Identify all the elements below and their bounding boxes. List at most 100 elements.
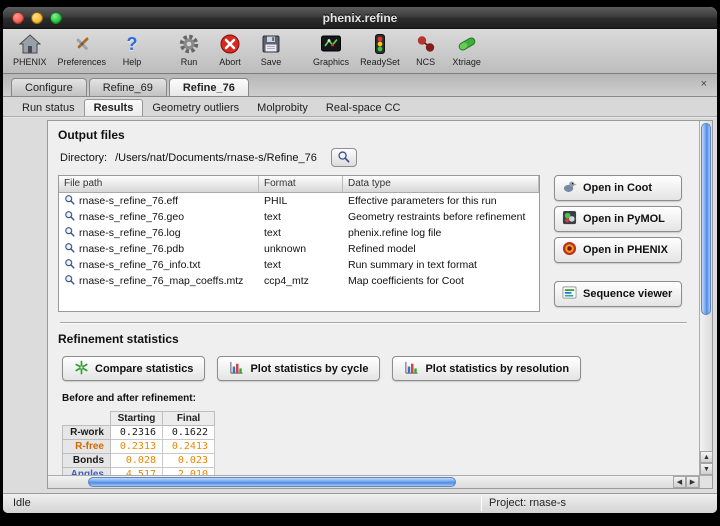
section-divider: [60, 322, 687, 324]
vertical-scrollbar-thumb[interactable]: [701, 123, 711, 315]
floppy-disk-icon: [260, 32, 282, 56]
xtriage-capsule-icon: [456, 32, 478, 56]
horizontal-scrollbar-thumb[interactable]: [88, 477, 456, 487]
tab-refine-69[interactable]: Refine_69: [89, 78, 167, 96]
file-format: text: [259, 211, 343, 223]
toolbar-button-preferences[interactable]: Preferences: [56, 32, 109, 67]
file-name: rnase-s_refine_76_info.txt: [79, 259, 200, 271]
file-data-type: Refined model: [343, 243, 539, 255]
file-name: rnase-s_refine_76.geo: [79, 211, 184, 223]
open-in-coot-button[interactable]: Open in Coot: [554, 175, 682, 201]
button-label: Compare statistics: [95, 363, 193, 375]
stat-value: 0.023: [163, 454, 215, 468]
tools-icon: [71, 32, 93, 56]
stat-value: 2.010: [163, 468, 215, 476]
file-format: text: [259, 259, 343, 271]
zoom-window-button[interactable]: [50, 12, 62, 24]
toolbar-button-abort[interactable]: Abort: [213, 32, 247, 67]
graphics-screen-icon: [320, 32, 342, 56]
column-header-file-path[interactable]: File path: [59, 176, 259, 192]
toolbar-button-readyset[interactable]: ReadySet: [358, 32, 402, 67]
vertical-scrollbar[interactable]: ▲ ▼: [699, 121, 712, 475]
ncs-molecules-icon: [415, 32, 437, 56]
magnifier-icon: [64, 210, 75, 224]
table-row[interactable]: rnase-s_refine_76.pdb unknown Refined mo…: [59, 241, 539, 257]
refinement-statistics-heading: Refinement statistics: [58, 332, 689, 346]
bar-chart-icon: [404, 360, 419, 378]
plot-statistics-by-cycle-button[interactable]: Plot statistics by cycle: [217, 356, 380, 381]
stat-label: Bonds: [63, 454, 111, 468]
toolbar-label: Save: [261, 57, 282, 67]
phenix-home-icon: [19, 32, 41, 56]
stats-row-bonds: Bonds 0.028 0.023: [63, 454, 215, 468]
tab-refine-76[interactable]: Refine_76: [169, 78, 249, 96]
phenix-logo-icon: [562, 241, 577, 259]
toolbar-label: Help: [123, 57, 142, 67]
toolbar-label: Preferences: [58, 57, 107, 67]
horizontal-scrollbar[interactable]: ◀ ▶: [48, 475, 699, 488]
open-in-pymol-button[interactable]: Open in PyMOL: [554, 206, 682, 232]
toolbar-button-graphics[interactable]: Graphics: [311, 32, 351, 67]
toolbar-label: Xtriage: [452, 57, 481, 67]
action-label: Open in Coot: [583, 182, 652, 194]
stats-row-r-work: R-work 0.2316 0.1622: [63, 426, 215, 440]
magnifier-icon: [64, 194, 75, 208]
close-window-button[interactable]: [12, 12, 24, 24]
table-row[interactable]: rnase-s_refine_76.geo text Geometry rest…: [59, 209, 539, 225]
stat-value: 0.1622: [163, 426, 215, 440]
table-row[interactable]: rnase-s_refine_76_map_coeffs.mtz ccp4_mt…: [59, 273, 539, 289]
directory-path: /Users/nat/Documents/rnase-s/Refine_76: [115, 152, 317, 164]
toolbar-button-help[interactable]: ? Help: [115, 32, 149, 67]
toolbar-button-ncs[interactable]: NCS: [409, 32, 443, 67]
compare-statistics-button[interactable]: Compare statistics: [62, 356, 205, 381]
results-content-area: Output files Directory: /Users/nat/Docum…: [3, 118, 717, 493]
scroll-left-arrow[interactable]: ◀: [673, 476, 686, 488]
file-name: rnase-s_refine_76.pdb: [79, 243, 184, 255]
subtab-geometry-outliers[interactable]: Geometry outliers: [143, 100, 248, 116]
results-panel-inner: Output files Directory: /Users/nat/Docum…: [48, 121, 699, 475]
table-row[interactable]: rnase-s_refine_76.eff PHIL Effective par…: [59, 193, 539, 209]
button-label: Plot statistics by resolution: [425, 363, 569, 375]
scroll-down-arrow[interactable]: ▼: [700, 463, 713, 475]
tab-close-icon[interactable]: ×: [701, 79, 707, 90]
minimize-window-button[interactable]: [31, 12, 43, 24]
table-row[interactable]: rnase-s_refine_76.log text phenix.refine…: [59, 225, 539, 241]
before-after-note: Before and after refinement:: [62, 393, 689, 404]
stat-label: Angles: [63, 468, 111, 476]
stats-buttons-row: Compare statistics Plot statistics by cy…: [62, 356, 689, 381]
column-header-data-type[interactable]: Data type: [343, 176, 539, 192]
toolbar-button-run[interactable]: Run: [172, 32, 206, 67]
subtab-molprobity[interactable]: Molprobity: [248, 100, 317, 116]
open-in-phenix-button[interactable]: Open in PHENIX: [554, 237, 682, 263]
stat-value: 0.2313: [111, 440, 163, 454]
scroll-up-arrow[interactable]: ▲: [700, 451, 713, 463]
magnifier-icon: [64, 258, 75, 272]
stat-value: 4.517: [111, 468, 163, 476]
subtab-results[interactable]: Results: [84, 99, 144, 116]
scroll-right-arrow[interactable]: ▶: [686, 476, 699, 488]
table-row[interactable]: rnase-s_refine_76_info.txt text Run summ…: [59, 257, 539, 273]
titlebar[interactable]: phenix.refine: [3, 7, 717, 29]
toolbar-button-xtriage[interactable]: Xtriage: [450, 32, 484, 67]
sub-tab-bar: Run status Results Geometry outliers Mol…: [3, 97, 717, 117]
browse-directory-button[interactable]: [331, 148, 357, 167]
subtab-run-status[interactable]: Run status: [13, 100, 84, 116]
toolbar-button-phenix[interactable]: PHENIX: [11, 32, 49, 67]
toolbar-button-save[interactable]: Save: [254, 32, 288, 67]
subtab-real-space-cc[interactable]: Real-space CC: [317, 100, 410, 116]
toolbar-label: Run: [181, 57, 198, 67]
scrollbar-corner: [699, 475, 712, 488]
files-row: File path Format Data type rnase-s_refin…: [58, 175, 689, 312]
coot-bird-icon: [562, 179, 577, 197]
plot-statistics-by-resolution-button[interactable]: Plot statistics by resolution: [392, 356, 581, 381]
stats-header-row: Starting Final: [63, 412, 215, 426]
project-name: Project: rnase-s: [489, 497, 566, 509]
refinement-stats-table: Starting Final R-work 0.2316 0.1622 R-fr…: [62, 411, 215, 475]
gear-icon: [178, 32, 200, 56]
stat-value: 0.2413: [163, 440, 215, 454]
tab-configure[interactable]: Configure: [11, 78, 87, 96]
sequence-viewer-button[interactable]: Sequence viewer: [554, 281, 682, 307]
column-header-format[interactable]: Format: [259, 176, 343, 192]
file-format: ccp4_mtz: [259, 275, 343, 287]
output-files-heading: Output files: [58, 128, 689, 142]
